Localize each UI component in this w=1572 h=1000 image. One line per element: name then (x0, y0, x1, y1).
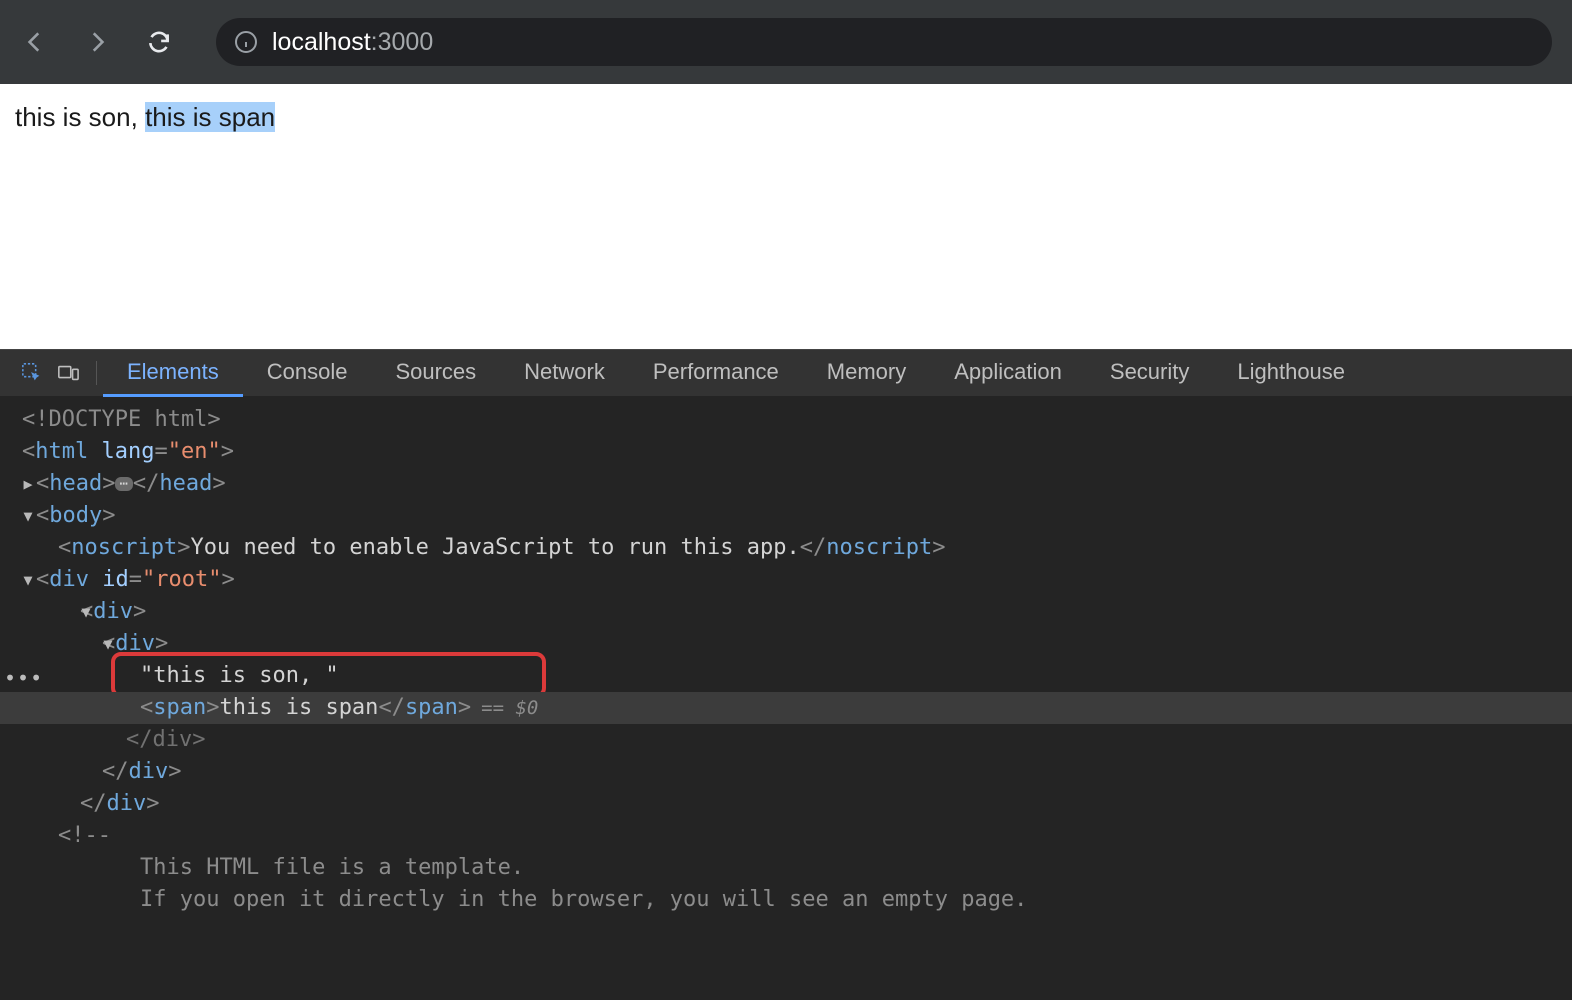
tab-security[interactable]: Security (1086, 350, 1213, 397)
dom-line[interactable]: This HTML file is a template. (0, 852, 1572, 884)
tab-performance[interactable]: Performance (629, 350, 803, 397)
collapse-triangle-icon[interactable] (22, 564, 34, 596)
devtools-tabs: Elements Console Sources Network Perform… (0, 349, 1572, 396)
device-toolbar-icon[interactable] (50, 350, 86, 397)
url-host: localhost (272, 28, 371, 56)
dom-line[interactable]: </div> (0, 756, 1572, 788)
site-info-icon[interactable] (234, 30, 258, 54)
tab-application[interactable]: Application (930, 350, 1086, 397)
page-viewport[interactable]: this is son, this is span (0, 84, 1572, 349)
dom-line[interactable]: <body> (0, 500, 1572, 532)
divider (96, 361, 97, 385)
url-text: localhost:3000 (272, 28, 433, 57)
dom-line[interactable]: <!DOCTYPE html> (0, 404, 1572, 436)
tab-sources[interactable]: Sources (371, 350, 500, 397)
dom-line[interactable]: If you open it directly in the browser, … (0, 884, 1572, 916)
collapse-triangle-icon[interactable] (102, 628, 114, 660)
tab-memory[interactable]: Memory (803, 350, 930, 397)
back-button[interactable] (20, 27, 50, 57)
tab-elements[interactable]: Elements (103, 350, 243, 397)
page-text: this is son, (15, 102, 145, 132)
tab-network[interactable]: Network (500, 350, 629, 397)
devtools-panel: Elements Console Sources Network Perform… (0, 349, 1572, 1000)
tab-lighthouse[interactable]: Lighthouse (1213, 350, 1369, 397)
expand-triangle-icon[interactable] (22, 468, 34, 500)
dom-line[interactable]: <div> (0, 628, 1572, 660)
page-text-highlighted: this is span (145, 102, 275, 132)
dom-line[interactable]: <head>⋯</head> (0, 468, 1572, 500)
inspect-element-icon[interactable] (14, 350, 50, 397)
address-bar[interactable]: localhost:3000 (216, 18, 1552, 66)
dom-line[interactable]: <noscript>You need to enable JavaScript … (0, 532, 1572, 564)
tab-console[interactable]: Console (243, 350, 372, 397)
dom-line[interactable]: <div> (0, 596, 1572, 628)
forward-button[interactable] (82, 27, 112, 57)
dom-line-selected[interactable]: <span>this is span</span>== $0 (0, 692, 1572, 724)
dom-line[interactable]: </div> (0, 788, 1572, 820)
collapsed-ellipsis-icon[interactable]: ⋯ (115, 477, 132, 491)
dom-line[interactable]: <div id="root"> (0, 564, 1572, 596)
dom-line[interactable]: <html lang="en"> (0, 436, 1572, 468)
browser-toolbar: localhost:3000 (0, 0, 1572, 84)
url-port: :3000 (371, 28, 434, 56)
dom-line[interactable]: <!-- (0, 820, 1572, 852)
reload-button[interactable] (144, 27, 174, 57)
dom-line[interactable]: "this is son, " (0, 660, 1572, 692)
collapse-triangle-icon[interactable] (80, 596, 92, 628)
dom-line[interactable]: </div> (0, 724, 1572, 756)
elements-tree[interactable]: ••• <!DOCTYPE html> <html lang="en"> <he… (0, 396, 1572, 1000)
collapse-triangle-icon[interactable] (22, 500, 34, 532)
